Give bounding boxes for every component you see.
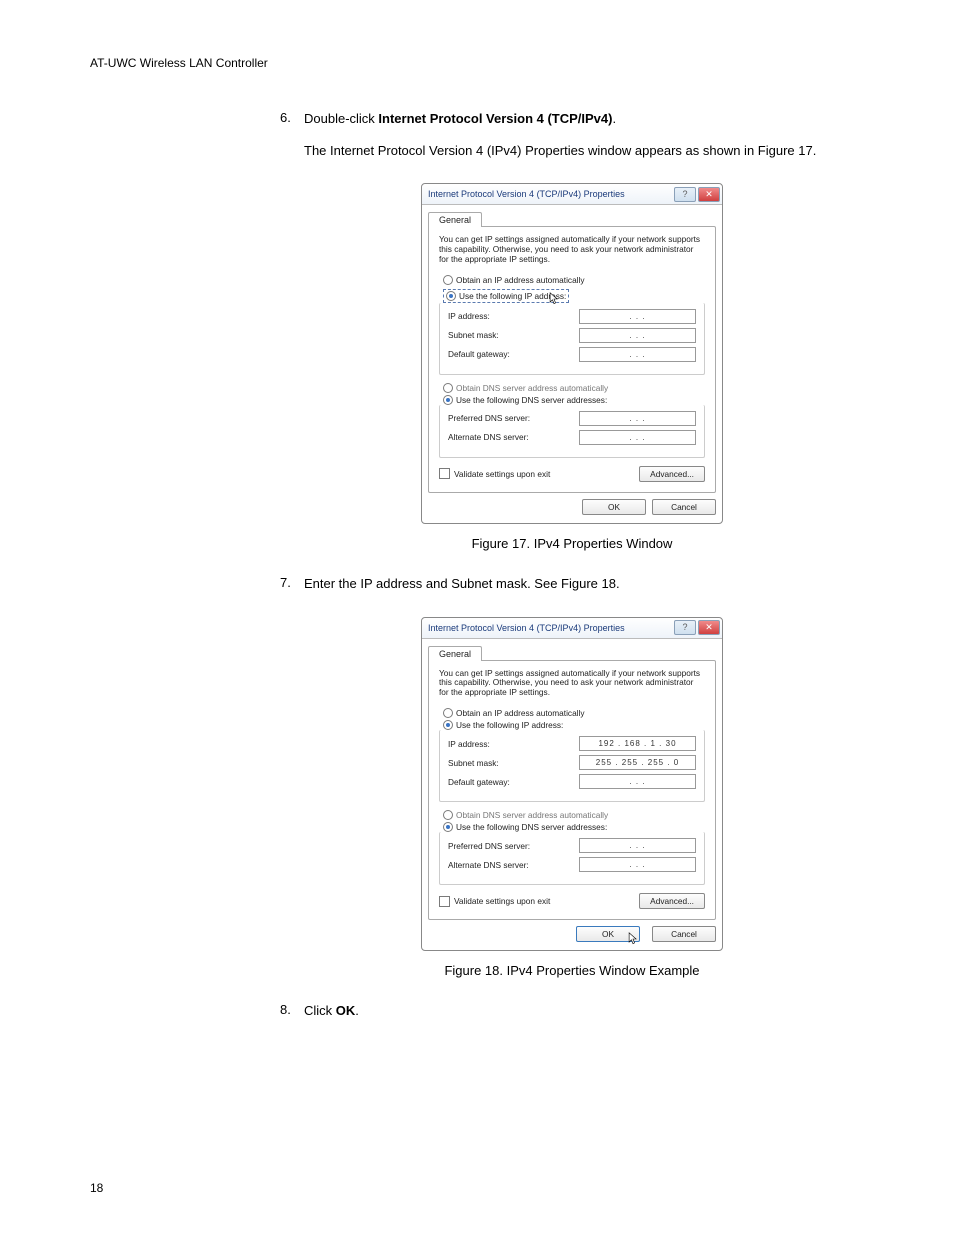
- radio-use-dns[interactable]: Use the following DNS server addresses:: [443, 395, 705, 405]
- radio-icon: [443, 810, 453, 820]
- step-number: 8.: [280, 1002, 304, 1034]
- close-button[interactable]: ✕: [698, 620, 720, 635]
- figure-17-caption: Figure 17. IPv4 Properties Window: [280, 536, 864, 551]
- label-ip-address: IP address:: [448, 739, 490, 749]
- alternate-dns-input[interactable]: . . .: [579, 857, 696, 872]
- radio-icon: [443, 383, 453, 393]
- step-7-text: Enter the IP address and Subnet mask. Se…: [304, 575, 864, 593]
- cancel-button[interactable]: Cancel: [652, 926, 716, 942]
- label-preferred-dns: Preferred DNS server:: [448, 413, 530, 423]
- step-6-followup: The Internet Protocol Version 4 (IPv4) P…: [304, 142, 864, 160]
- ipv4-properties-dialog-fig18: Internet Protocol Version 4 (TCP/IPv4) P…: [421, 617, 723, 952]
- validate-checkbox[interactable]: [439, 468, 450, 479]
- radio-icon: [446, 291, 456, 301]
- step-6-text-suffix: .: [612, 111, 616, 126]
- alternate-dns-input[interactable]: . . .: [579, 430, 696, 445]
- help-button[interactable]: ?: [674, 187, 696, 202]
- subnet-mask-input[interactable]: 255 . 255 . 255 . 0: [579, 755, 696, 770]
- step-6-text-prefix: Double-click: [304, 111, 378, 126]
- radio-use-ip[interactable]: Use the following IP address:: [443, 720, 705, 730]
- step-8: 8. Click OK.: [280, 1002, 864, 1034]
- validate-label: Validate settings upon exit: [454, 469, 550, 479]
- step-number: 6.: [280, 110, 304, 173]
- ok-button[interactable]: OK: [582, 499, 646, 515]
- radio-obtain-dns[interactable]: Obtain DNS server address automatically: [443, 383, 705, 393]
- close-button[interactable]: ✕: [698, 187, 720, 202]
- radio-label: Use the following DNS server addresses:: [456, 822, 607, 832]
- ip-address-input[interactable]: . . .: [579, 309, 696, 324]
- cancel-button[interactable]: Cancel: [652, 499, 716, 515]
- default-gateway-input[interactable]: . . .: [579, 347, 696, 362]
- dialog-title: Internet Protocol Version 4 (TCP/IPv4) P…: [428, 189, 625, 199]
- tab-general[interactable]: General: [428, 212, 482, 227]
- help-button[interactable]: ?: [674, 620, 696, 635]
- label-preferred-dns: Preferred DNS server:: [448, 841, 530, 851]
- radio-icon: [443, 275, 453, 285]
- radio-label: Use the following IP address:: [456, 720, 563, 730]
- dialog-intro-text: You can get IP settings assigned automat…: [439, 669, 705, 699]
- radio-label: Obtain DNS server address automatically: [456, 810, 608, 820]
- label-subnet-mask: Subnet mask:: [448, 758, 499, 768]
- advanced-button[interactable]: Advanced...: [639, 893, 705, 909]
- label-default-gateway: Default gateway:: [448, 777, 510, 787]
- label-alternate-dns: Alternate DNS server:: [448, 432, 529, 442]
- step-8-text-suffix: .: [355, 1003, 359, 1018]
- validate-label: Validate settings upon exit: [454, 896, 550, 906]
- radio-label: Obtain an IP address automatically: [456, 708, 585, 718]
- preferred-dns-input[interactable]: . . .: [579, 838, 696, 853]
- step-7: 7. Enter the IP address and Subnet mask.…: [280, 575, 864, 607]
- dialog-intro-text: You can get IP settings assigned automat…: [439, 235, 705, 265]
- radio-label: Use the following DNS server addresses:: [456, 395, 607, 405]
- ipv4-properties-dialog-fig17: Internet Protocol Version 4 (TCP/IPv4) P…: [421, 183, 723, 524]
- tab-general[interactable]: General: [428, 646, 482, 661]
- figure-18-caption: Figure 18. IPv4 Properties Window Exampl…: [280, 963, 864, 978]
- step-number: 7.: [280, 575, 304, 607]
- radio-icon: [443, 822, 453, 832]
- radio-use-dns[interactable]: Use the following DNS server addresses:: [443, 822, 705, 832]
- radio-obtain-dns[interactable]: Obtain DNS server address automatically: [443, 810, 705, 820]
- default-gateway-input[interactable]: . . .: [579, 774, 696, 789]
- subnet-mask-input[interactable]: . . .: [579, 328, 696, 343]
- radio-icon: [443, 720, 453, 730]
- preferred-dns-input[interactable]: . . .: [579, 411, 696, 426]
- label-ip-address: IP address:: [448, 311, 490, 321]
- advanced-button[interactable]: Advanced...: [639, 466, 705, 482]
- step-6: 6. Double-click Internet Protocol Versio…: [280, 110, 864, 173]
- validate-checkbox[interactable]: [439, 896, 450, 907]
- radio-obtain-ip[interactable]: Obtain an IP address automatically: [443, 708, 705, 718]
- radio-label: Obtain DNS server address automatically: [456, 383, 608, 393]
- step-6-bold: Internet Protocol Version 4 (TCP/IPv4): [378, 111, 612, 126]
- step-8-bold: OK: [336, 1003, 356, 1018]
- page-header: AT-UWC Wireless LAN Controller: [90, 56, 864, 70]
- label-alternate-dns: Alternate DNS server:: [448, 860, 529, 870]
- page-number: 18: [90, 1181, 103, 1195]
- dialog-title: Internet Protocol Version 4 (TCP/IPv4) P…: [428, 623, 625, 633]
- radio-label: Obtain an IP address automatically: [456, 275, 585, 285]
- ip-address-input[interactable]: 192 . 168 . 1 . 30: [579, 736, 696, 751]
- label-default-gateway: Default gateway:: [448, 349, 510, 359]
- radio-icon: [443, 395, 453, 405]
- label-subnet-mask: Subnet mask:: [448, 330, 499, 340]
- step-8-text-prefix: Click: [304, 1003, 336, 1018]
- radio-icon: [443, 708, 453, 718]
- radio-obtain-ip[interactable]: Obtain an IP address automatically: [443, 275, 705, 285]
